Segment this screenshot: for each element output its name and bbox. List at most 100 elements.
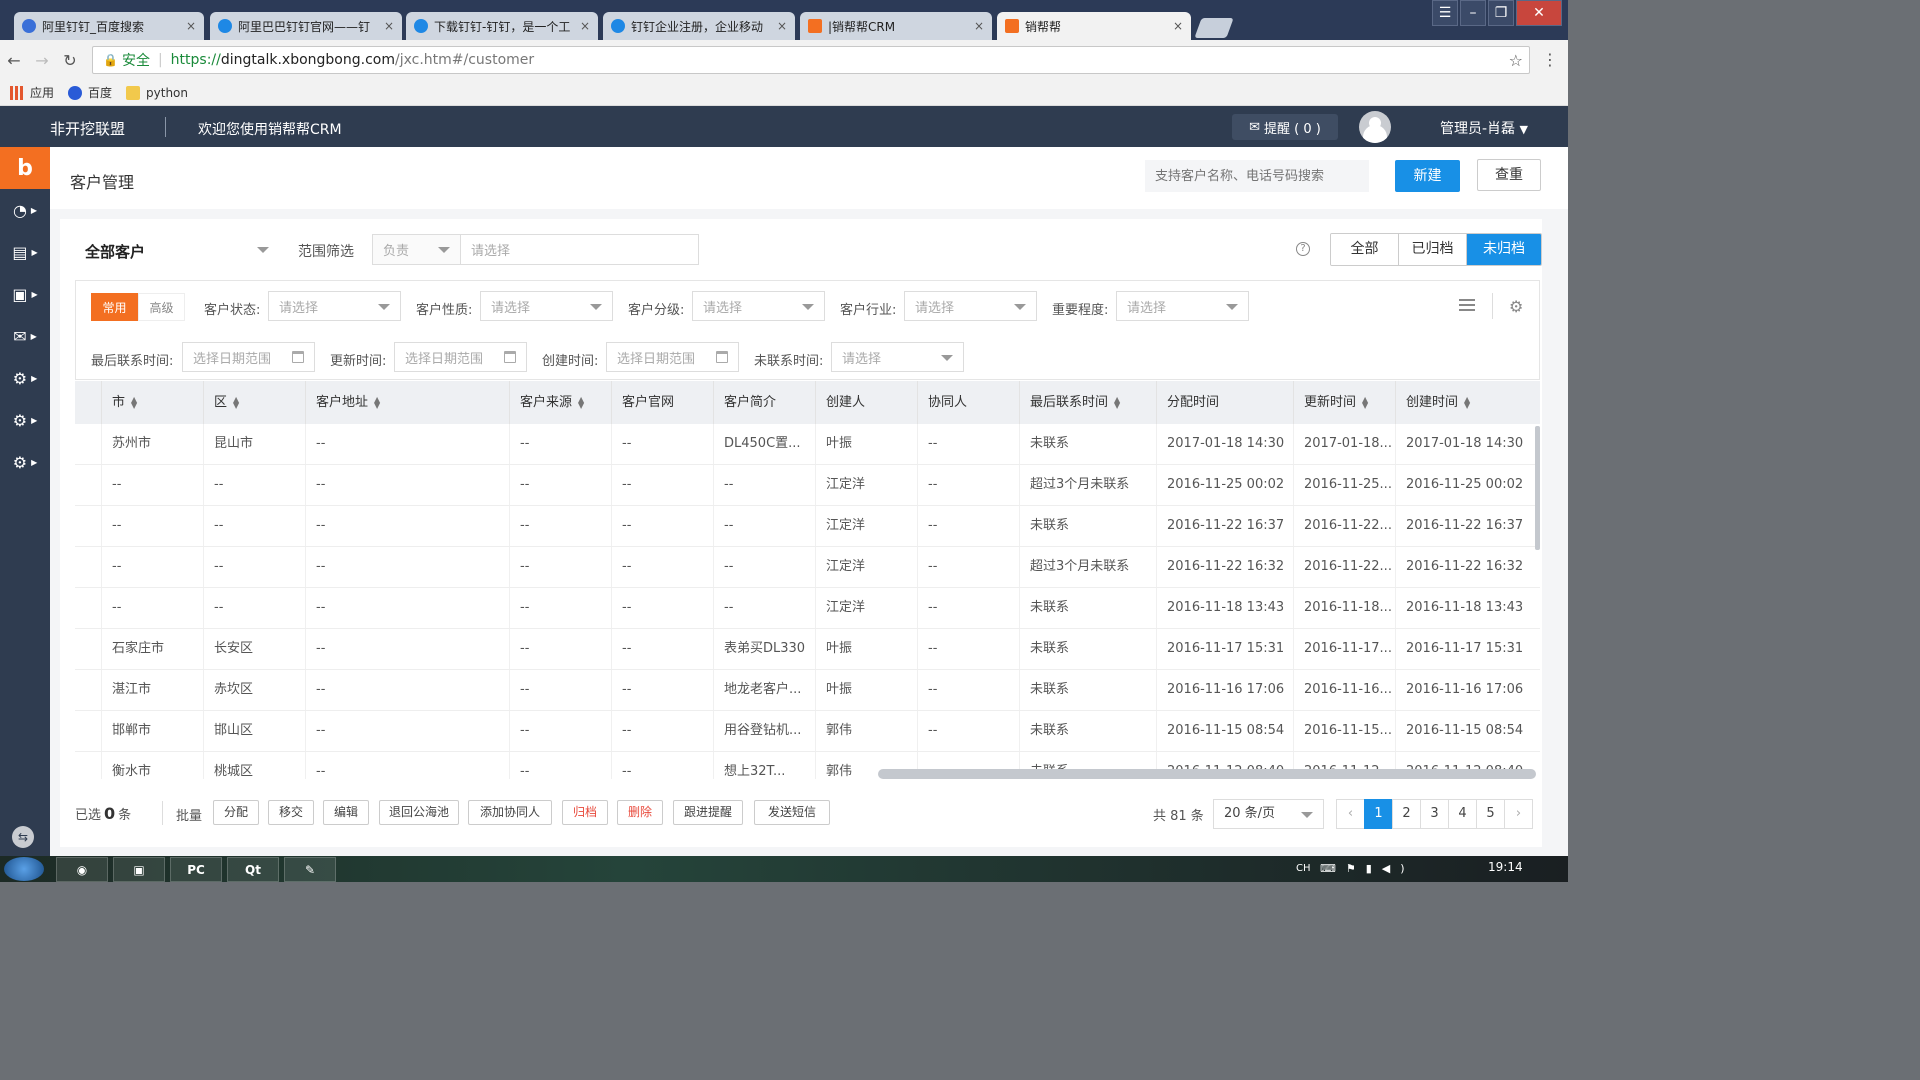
row-select-cell[interactable] (75, 670, 102, 710)
column-header[interactable]: 区 ▲ ▼ (204, 381, 306, 424)
table-row[interactable]: 邯郸市 邯山区 -- -- -- 用谷登钻机... 郭伟 -- 未联系 2016-11-15 08… (75, 711, 1540, 752)
table-row[interactable]: -- -- -- -- -- -- 江定洋 -- 超过3个月未联系 2016-11-22 16:3… (75, 547, 1540, 588)
customer-status-select[interactable]: 请选择 (268, 291, 401, 321)
minimize-button[interactable]: – (1460, 0, 1486, 26)
batch-action-button[interactable]: 归档 (562, 800, 608, 825)
reminder-button[interactable]: ✉ 提醒 ( 0 ) (1232, 114, 1338, 140)
table-row[interactable]: -- -- -- -- -- -- 江定洋 -- 未联系 2016-11-22 16:37 2016… (75, 506, 1540, 547)
row-select-cell[interactable] (75, 547, 102, 587)
horizontal-scrollbar[interactable] (878, 769, 1536, 779)
sidebar-item-message[interactable]: ✉ ▶ (0, 315, 50, 357)
sidebar-item-sales[interactable]: ▤ ▶ (0, 231, 50, 273)
user-menu[interactable]: 管理员-肖磊 ▼ (1440, 118, 1528, 138)
table-row[interactable]: -- -- -- -- -- -- 江定洋 -- 超过3个月未联系 2016-11-25 00:0… (75, 465, 1540, 506)
forward-arrow-icon[interactable]: → (28, 51, 56, 70)
bookmark-baidu[interactable]: 百度 (68, 84, 112, 101)
bookmark-apps[interactable]: 应用 (10, 84, 54, 101)
sort-arrows-icon[interactable]: ▲ ▼ (578, 395, 584, 409)
browser-tab[interactable]: 阿里巴巴钉钉官网——钉 × (210, 12, 402, 40)
sort-arrows-icon[interactable]: ▲ ▼ (1114, 395, 1120, 409)
row-select-cell[interactable] (75, 506, 102, 546)
importance-select[interactable]: 请选择 (1116, 291, 1249, 321)
no-contact-time-select[interactable]: 请选择 (831, 342, 964, 372)
close-icon[interactable]: × (1173, 19, 1183, 33)
select-all-cell[interactable] (75, 381, 102, 424)
chrome-taskbar-icon[interactable]: ◉ (56, 857, 108, 882)
tab-unarchived[interactable]: 未归档 (1467, 234, 1541, 265)
sidebar-item-admin[interactable]: ⚙ ▶ (0, 441, 50, 483)
close-icon[interactable]: × (384, 19, 394, 33)
new-button[interactable]: 新建 (1395, 160, 1460, 192)
batch-action-button[interactable]: 发送短信 (754, 800, 830, 825)
sidebar-item-settings[interactable]: ⚙ ▶ (0, 357, 50, 399)
customer-nature-select[interactable]: 请选择 (480, 291, 613, 321)
page-button[interactable]: 4 (1448, 799, 1477, 829)
batch-action-button[interactable]: 移交 (268, 800, 314, 825)
help-icon[interactable]: ? (1296, 242, 1310, 256)
last-contact-date-range[interactable]: 选择日期范围 (182, 342, 315, 372)
system-tray-icons[interactable]: ⌨⚑▮◀) (1320, 862, 1415, 875)
customer-industry-select[interactable]: 请选择 (904, 291, 1037, 321)
browser-menu-icon[interactable]: ⋮ (1542, 50, 1558, 69)
row-select-cell[interactable] (75, 465, 102, 505)
sort-arrows-icon[interactable]: ▲ ▼ (131, 395, 137, 409)
sidebar-item-inventory[interactable]: ▣ ▶ (0, 273, 50, 315)
next-page-icon[interactable]: › (1504, 799, 1533, 829)
filter-tab-common[interactable]: 常用 (91, 293, 138, 321)
bookmark-star-icon[interactable]: ☆ (1509, 51, 1523, 70)
sort-arrows-icon[interactable]: ▲ ▼ (1464, 395, 1470, 409)
column-header[interactable]: 最后联系时间 ▲ ▼ (1020, 381, 1157, 424)
vertical-scrollbar[interactable] (1535, 426, 1540, 550)
avatar[interactable] (1359, 111, 1391, 143)
row-select-cell[interactable] (75, 711, 102, 751)
back-arrow-icon[interactable]: ← (0, 51, 28, 70)
maximize-button[interactable]: ❐ (1488, 0, 1514, 26)
clock[interactable]: 19:14 (1488, 860, 1523, 874)
table-row[interactable]: 湛江市 赤坎区 -- -- -- 地龙老客户... 叶振 -- 未联系 2016-11-16 17… (75, 670, 1540, 711)
paint-taskbar-icon[interactable]: ✎ (284, 857, 336, 882)
sort-arrows-icon[interactable]: ▲ ▼ (1362, 395, 1368, 409)
batch-action-button[interactable]: 分配 (213, 800, 259, 825)
user-profile-icon[interactable]: ☰ (1432, 0, 1458, 26)
row-select-cell[interactable] (75, 588, 102, 628)
browser-tab[interactable]: 下载钉钉-钉钉，是一个工 × (406, 12, 598, 40)
batch-action-button[interactable]: 删除 (617, 800, 663, 825)
view-title[interactable]: 全部客户 (85, 241, 145, 262)
sort-arrows-icon[interactable]: ▲ ▼ (233, 395, 239, 409)
prev-page-icon[interactable]: ‹ (1336, 799, 1365, 829)
table-row[interactable]: 石家庄市 长安区 -- -- -- 表弟买DL330 叶振 -- 未联系 2016-11-17 1… (75, 629, 1540, 670)
view-caret-down-icon[interactable] (257, 247, 269, 253)
page-button[interactable]: 2 (1392, 799, 1421, 829)
row-select-cell[interactable] (75, 752, 102, 779)
create-date-range[interactable]: 选择日期范围 (606, 342, 739, 372)
terminal-taskbar-icon[interactable]: ▣ (113, 857, 165, 882)
tab-all[interactable]: 全部 (1331, 234, 1399, 265)
batch-action-button[interactable]: 添加协同人 (468, 800, 552, 825)
page-size-select[interactable]: 20 条/页 (1213, 799, 1324, 829)
collapse-sidebar-icon[interactable]: ⇆ (12, 826, 34, 848)
qt-taskbar-icon[interactable]: Qt (227, 857, 279, 882)
close-window-button[interactable]: ✕ (1516, 0, 1562, 26)
pycharm-taskbar-icon[interactable]: PC (170, 857, 222, 882)
column-header[interactable]: 创建时间 ▲ ▼ (1396, 381, 1540, 424)
input-language[interactable]: CH (1296, 863, 1311, 874)
page-button[interactable]: 1 (1364, 799, 1393, 829)
close-icon[interactable]: × (974, 19, 984, 33)
filter-tab-advanced[interactable]: 高级 (138, 293, 185, 321)
browser-tab-active[interactable]: 销帮帮 × (997, 12, 1191, 40)
batch-action-button[interactable]: 编辑 (323, 800, 369, 825)
dedupe-button[interactable]: 查重 (1477, 159, 1541, 191)
browser-tab[interactable]: 钉钉企业注册，企业移动 × (603, 12, 795, 40)
new-tab-button[interactable] (1194, 18, 1234, 38)
row-select-cell[interactable] (75, 629, 102, 669)
sidebar-item-config[interactable]: ⚙ ▶ (0, 399, 50, 441)
search-input[interactable] (1145, 160, 1369, 192)
browser-tab[interactable]: |销帮帮CRM × (800, 12, 992, 40)
start-button-icon[interactable] (4, 857, 44, 881)
sort-arrows-icon[interactable]: ▲ ▼ (374, 395, 380, 409)
column-header[interactable]: 客户地址 ▲ ▼ (306, 381, 510, 424)
close-icon[interactable]: × (580, 19, 590, 33)
table-row[interactable]: 苏州市 昆山市 -- -- -- DL450C置... 叶振 -- 未联系 2017-01-18 … (75, 424, 1540, 465)
column-header[interactable]: 市 ▲ ▼ (102, 381, 204, 424)
batch-action-button[interactable]: 跟进提醒 (673, 800, 743, 825)
